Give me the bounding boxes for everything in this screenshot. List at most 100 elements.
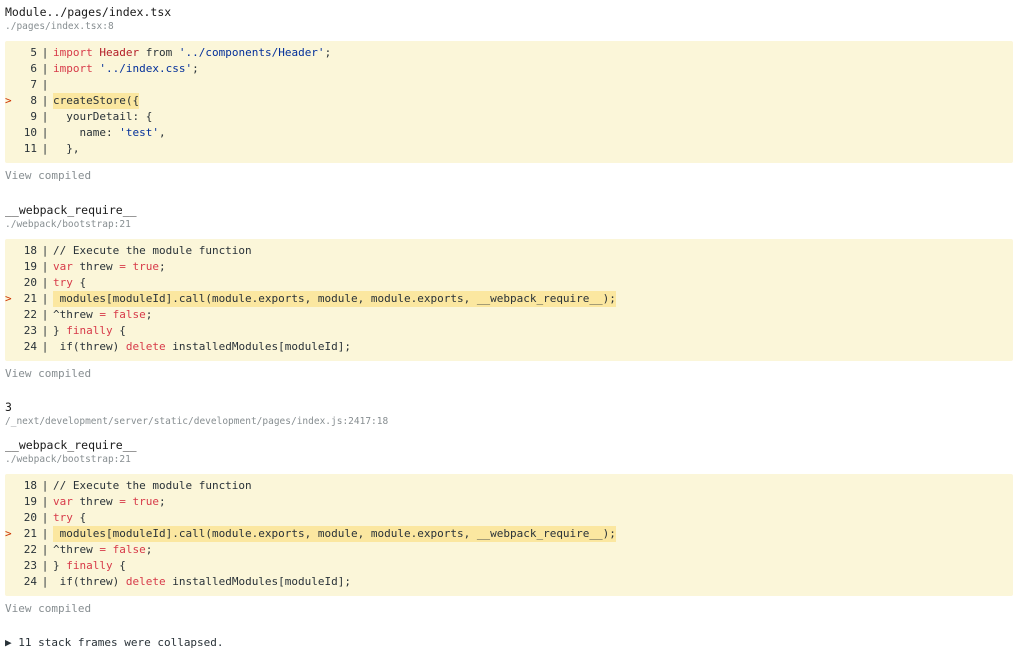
error-line-marker [5,510,15,526]
frame-location-link[interactable]: ./webpack/bootstrap:21 [5,218,1013,231]
gutter-separator: | [41,62,49,75]
code-text: try { [53,275,86,291]
code-token: finally [66,324,120,337]
line-number: 23 [23,324,37,337]
gutter-separator: | [41,276,49,289]
line-number: 18 [23,244,37,257]
error-line-marker [5,45,15,61]
gutter-separator: | [41,46,49,59]
code-text: yourDetail: { [53,109,152,125]
code-line: 19 | var threw = true; [5,494,1013,510]
code-token: ^threw [53,308,100,321]
view-compiled-link[interactable]: View compiled [5,601,1013,617]
error-line-marker [5,494,15,510]
code-token: // Execute the module function [53,244,252,257]
code-token: ; [159,495,166,508]
code-text: createStore({ [53,93,140,109]
line-number: 9 [30,110,37,123]
line-number: 24 [23,575,37,588]
code-line: 20 | try { [5,275,1013,291]
error-line-marker: > [5,292,12,305]
code-token: 'test' [119,126,159,139]
error-line-marker [5,259,15,275]
gutter-separator: | [41,142,49,155]
code-token: { [119,559,126,572]
gutter-separator: | [41,559,49,572]
line-number: 19 [23,260,37,273]
gutter-separator: | [41,244,49,257]
code-text: name: 'test', [53,125,165,141]
code-text: ^threw = false; [53,307,152,323]
collapsed-frames-toggle[interactable]: ▶ 11 stack frames were collapsed. [5,635,1013,651]
frame-function-name: __webpack_require__ [5,438,137,452]
line-number: 20 [23,276,37,289]
code-token: ; [145,308,153,321]
code-token: = [119,495,133,508]
code-token: = [99,543,113,556]
code-text: import '../index.css'; [53,61,199,77]
error-line-marker [5,307,15,323]
frame-location-link[interactable]: ./pages/index.tsx:8 [5,20,1013,33]
code-line: 24 | if(threw) delete installedModules[mo… [5,574,1013,590]
frame-location-link[interactable]: /_next/development/server/static/develop… [5,415,1013,428]
code-line: 11 | }, [5,141,1013,157]
line-number: 19 [23,495,37,508]
error-line-marker [5,125,15,141]
line-number: 20 [23,511,37,524]
gutter-separator: | [41,527,49,540]
code-token: ^threw [53,543,100,556]
error-line-marker [5,542,15,558]
line-number: 21 [23,292,37,305]
code-text: if(threw) delete installedModules[module… [53,339,351,355]
gutter-separator: | [41,575,49,588]
code-token: createStore({ [53,94,140,107]
line-number: 23 [23,559,37,572]
error-line-marker [5,558,15,574]
code-text: // Execute the module function [53,478,252,494]
view-compiled-link[interactable]: View compiled [5,366,1013,382]
code-line: 23 |} finally { [5,558,1013,574]
error-line-marker: > [5,527,12,540]
code-text: modules[moduleId].call(module.exports, m… [53,526,616,542]
code-token: } [53,324,67,337]
code-token: = [119,260,133,273]
code-token: '../components/Header' [178,46,325,59]
code-token: name: [53,126,120,139]
code-text: ^threw = false; [53,542,152,558]
code-token: true [132,260,160,273]
error-line-marker [5,323,15,339]
code-snippet: 18 | // Execute the module function 19 | var … [5,239,1013,361]
code-token: false [112,543,146,556]
code-text: if(threw) delete installedModules[module… [53,574,351,590]
line-number: 22 [23,308,37,321]
error-line-marker [5,109,15,125]
view-compiled-link[interactable]: View compiled [5,168,1013,184]
gutter-separator: | [41,292,49,305]
code-token: }, [53,142,80,155]
code-token: threw [79,260,120,273]
code-token: if(threw) [53,575,126,588]
expand-triangle-icon: ▶ [5,636,12,649]
highlighted-code-line: >21 | modules[moduleId].call(module.expor… [5,291,1013,307]
error-line-marker [5,77,15,93]
frame-function-name: Module../pages/index.tsx [5,5,172,19]
gutter-separator: | [41,78,49,91]
code-token: ; [192,62,199,75]
code-line: 7 | [5,77,1013,93]
code-token: delete [125,575,173,588]
stack-frame: Module../pages/index.tsx ./pages/index.t… [5,4,1013,184]
error-line-marker: > [5,94,12,107]
gutter-separator: | [41,543,49,556]
code-token: true [132,495,160,508]
code-token: } [53,559,67,572]
code-line: 18 | // Execute the module function [5,478,1013,494]
code-line: 22 | ^threw = false; [5,307,1013,323]
line-number: 7 [30,78,37,91]
gutter-separator: | [41,340,49,353]
code-line: 9 | yourDetail: { [5,109,1013,125]
stack-frame: __webpack_require__ ./webpack/bootstrap:… [5,437,1013,617]
code-token: import [53,62,100,75]
frame-location-link[interactable]: ./webpack/bootstrap:21 [5,453,1013,466]
code-text: } finally { [53,323,126,339]
code-line: 10 | name: 'test', [5,125,1013,141]
